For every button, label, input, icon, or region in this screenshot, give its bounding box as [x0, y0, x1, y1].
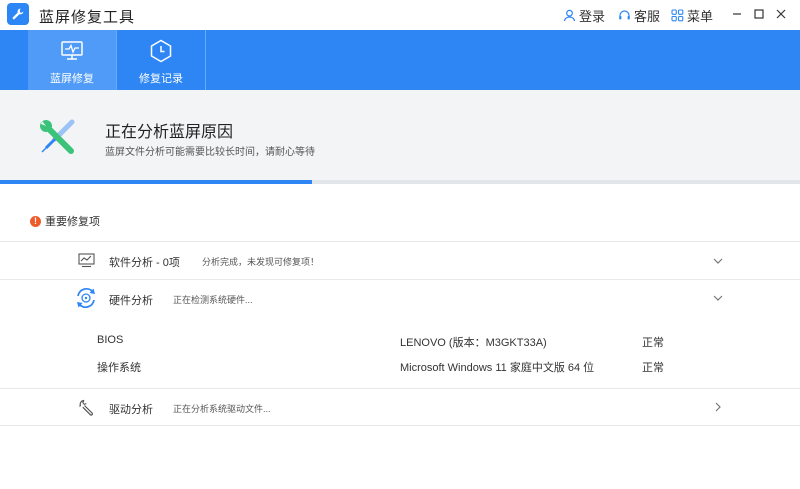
status-subtitle: 蓝屏文件分析可能需要比较长时间，请耐心等待	[105, 147, 315, 158]
wrench-icon	[76, 397, 96, 417]
chevron-down-icon[interactable]	[712, 255, 724, 267]
divider	[0, 388, 800, 389]
divider	[0, 241, 800, 242]
app-logo-icon	[7, 3, 29, 25]
driver-analysis-note: 正在分析系统驱动文件...	[173, 404, 271, 414]
divider	[0, 279, 800, 280]
title-bar: 蓝屏修复工具 登录 客服 菜单	[0, 0, 800, 30]
tab-repair-history[interactable]: 修复记录	[117, 30, 205, 90]
maximize-button[interactable]	[749, 4, 769, 24]
menu-button[interactable]: 菜单	[671, 6, 713, 25]
maximize-icon	[754, 9, 764, 19]
hardware-item-name: BIOS	[97, 334, 124, 346]
service-label: 客服	[634, 9, 661, 24]
hardware-item-name: 操作系统	[97, 362, 141, 374]
app-title: 蓝屏修复工具	[39, 9, 136, 26]
login-button[interactable]: 登录	[563, 6, 605, 25]
minimize-icon	[733, 13, 741, 15]
hardware-item-status: 正常	[642, 337, 664, 349]
login-label: 登录	[579, 9, 606, 24]
customer-service-button[interactable]: 客服	[618, 6, 660, 25]
software-analysis-title: 软件分析 - 0项	[109, 257, 180, 269]
close-button[interactable]	[771, 4, 791, 24]
progress-bar	[0, 180, 800, 184]
driver-analysis-title: 驱动分析	[109, 404, 153, 416]
menu-label: 菜单	[687, 9, 714, 24]
tab-label: 修复记录	[139, 73, 183, 85]
hardware-item-status: 正常	[642, 362, 664, 374]
tab-bluescreen-repair[interactable]: 蓝屏修复	[28, 30, 116, 90]
clock-hexagon-icon	[148, 39, 174, 63]
warning-icon: !	[30, 215, 41, 227]
hardware-analysis-title: 硬件分析	[109, 295, 153, 307]
important-items-header: ! 重要修复项	[30, 213, 100, 229]
chart-icon	[76, 250, 96, 270]
headset-icon	[619, 10, 630, 20]
hardware-item-value: LENOVO (版本：M3GKT33A)	[400, 337, 547, 349]
section-label: 重要修复项	[45, 216, 100, 228]
repair-tools-icon	[40, 119, 75, 154]
tab-label: 蓝屏修复	[50, 73, 94, 85]
divider	[0, 425, 800, 426]
refresh-disc-icon	[74, 286, 98, 310]
user-icon	[563, 9, 576, 22]
tab-bar: 蓝屏修复 修复记录	[0, 30, 800, 90]
software-analysis-note: 分析完成，未发现可修复项！	[202, 257, 320, 267]
chevron-down-icon[interactable]	[712, 292, 724, 304]
status-title: 正在分析蓝屏原因	[105, 124, 234, 141]
chevron-right-icon[interactable]	[712, 401, 724, 413]
progress-fill	[0, 180, 312, 184]
monitor-pulse-icon	[59, 39, 85, 63]
close-icon	[776, 9, 786, 19]
hardware-item-value: Microsoft Windows 11 家庭中文版 64 位	[400, 362, 595, 374]
hardware-analysis-note: 正在检测系统硬件...	[173, 295, 253, 305]
minimize-button[interactable]	[727, 4, 747, 24]
tab-divider	[205, 30, 206, 90]
grid-icon	[671, 9, 684, 22]
